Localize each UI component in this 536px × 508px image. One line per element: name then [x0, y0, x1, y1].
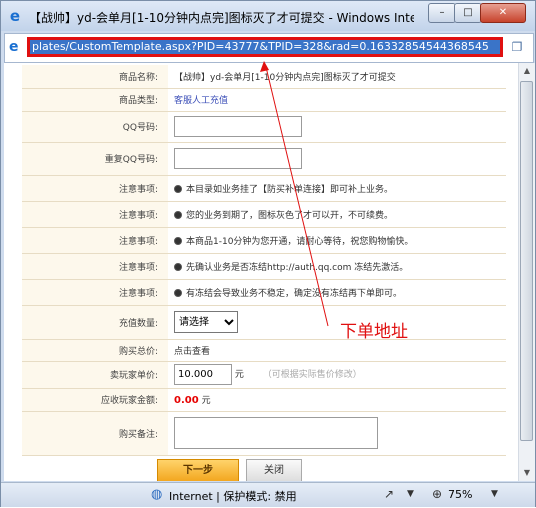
globe-icon: ◍	[151, 487, 163, 502]
note-text: 您的业务到期了，图标灰色了才可以开，不可续费。	[186, 210, 394, 221]
form-row-note: 注意事项: 有冻结会导致业务不稳定，确定没有冻结再下单即可。	[22, 279, 506, 306]
form-row-unit-price: 卖玩家单价: 10.000 元 （可根据实际售价修改）	[22, 361, 506, 389]
unit-price-hint: （可根据实际售价修改）	[262, 370, 362, 380]
ie-window: e 【战帅】yd-会单月[1-10分钟内点完]图标灭了才可提交 - Window…	[0, 0, 536, 507]
qq-repeat-label: 重复QQ号码:	[22, 142, 168, 176]
pop-out-icon[interactable]: ↗	[384, 487, 394, 501]
zoom-icon[interactable]: ⊕	[432, 487, 442, 501]
note-text: 先确认业务是否冻结http://auth.qq.com 冻结先激活。	[186, 262, 409, 273]
qq-label: QQ号码:	[22, 111, 168, 143]
receivable-unit: 元	[201, 396, 211, 406]
form-row-note: 注意事项: 本商品1-10分钟为您开通，请耐心等待，祝您购物愉快。	[22, 227, 506, 254]
form-row-product-name: 商品名称: 【战帅】yd-会单月[1-10分钟内点完]图标灭了才可提交	[22, 65, 506, 89]
unit-price-unit: 元	[234, 370, 244, 380]
form-row-note: 注意事项: 本目录如业务挂了【防买补单连接】即可补上业务。	[22, 175, 506, 202]
page-content: 商品名称: 【战帅】yd-会单月[1-10分钟内点完]图标灭了才可提交 商品类型…	[4, 63, 518, 481]
title-bar: e 【战帅】yd-会单月[1-10分钟内点完]图标灭了才可提交 - Window…	[1, 1, 535, 31]
close-button[interactable]: 关闭	[246, 459, 302, 481]
total-label: 购买总价:	[22, 339, 168, 362]
form-row-buyer-note: 购买备注:	[22, 411, 506, 456]
status-bar: ◍ Internet | 保护模式: 禁用 ↗ ▼ ⊕ 75% ▼	[1, 482, 535, 507]
zoom-chevron-down-icon[interactable]: ▼	[491, 489, 498, 499]
scroll-down-arrow-icon[interactable]: ▼	[519, 465, 535, 481]
url-highlight-box[interactable]: plates/CustomTemplate.aspx?PID=43777&TPI…	[27, 37, 503, 57]
note-label: 注意事项:	[22, 279, 168, 306]
radio-dot-icon	[174, 237, 182, 245]
scroll-up-arrow-icon[interactable]: ▲	[519, 63, 535, 79]
note-text: 本目录如业务挂了【防买补单连接】即可补上业务。	[186, 184, 394, 195]
note-text: 本商品1-10分钟为您开通，请耐心等待，祝您购物愉快。	[186, 236, 414, 247]
zoom-level[interactable]: 75%	[448, 488, 472, 501]
form-row-note: 注意事项: 您的业务到期了，图标灰色了才可以开，不可续费。	[22, 201, 506, 228]
form-row-quantity: 充值数量: 请选择	[22, 305, 506, 340]
url-text[interactable]: plates/CustomTemplate.aspx?PID=43777&TPI…	[30, 40, 500, 54]
order-form: 商品名称: 【战帅】yd-会单月[1-10分钟内点完]图标灭了才可提交 商品类型…	[22, 65, 506, 456]
note-label: 注意事项:	[22, 175, 168, 202]
radio-dot-icon	[174, 211, 182, 219]
annotation-label: 下单地址	[340, 322, 408, 342]
buyer-note-label: 购买备注:	[22, 411, 168, 456]
quantity-select[interactable]: 请选择	[174, 311, 238, 333]
radio-dot-icon	[174, 185, 182, 193]
form-row-qq: QQ号码:	[22, 111, 506, 143]
form-row-note: 注意事项: 先确认业务是否冻结http://auth.qq.com 冻结先激活。	[22, 253, 506, 280]
receivable-label: 应收玩家金额:	[22, 388, 168, 412]
note-label: 注意事项:	[22, 201, 168, 228]
security-zone-text: Internet | 保护模式: 禁用	[169, 490, 297, 503]
chevron-down-icon[interactable]: ▼	[407, 489, 414, 499]
note-label: 注意事项:	[22, 253, 168, 280]
vertical-scrollbar[interactable]: ▲ ▼	[518, 63, 535, 481]
product-name-label: 商品名称:	[22, 65, 168, 89]
window-title: 【战帅】yd-会单月[1-10分钟内点完]图标灭了才可提交 - Windows …	[29, 11, 414, 25]
address-bar: e plates/CustomTemplate.aspx?PID=43777&T…	[4, 33, 534, 63]
note-label: 注意事项:	[22, 227, 168, 254]
qq-repeat-input[interactable]	[174, 148, 302, 169]
product-name-value: 【战帅】yd-会单月[1-10分钟内点完]图标灭了才可提交	[168, 65, 506, 89]
maximize-button[interactable]: □	[454, 3, 482, 23]
scroll-thumb[interactable]	[520, 81, 533, 441]
buyer-note-textarea[interactable]	[174, 417, 378, 449]
minimize-button[interactable]: –	[428, 3, 456, 23]
radio-dot-icon	[174, 263, 182, 271]
ie-logo-icon: e	[9, 7, 21, 25]
next-step-button[interactable]: 下一步	[157, 459, 239, 481]
radio-dot-icon	[174, 289, 182, 297]
form-row-product-type: 商品类型: 客服人工充值	[22, 88, 506, 112]
form-row-total: 购买总价: 点击查看	[22, 339, 506, 362]
product-type-label: 商品类型:	[22, 88, 168, 112]
quantity-label: 充值数量:	[22, 305, 168, 340]
close-window-button[interactable]: ✕	[480, 3, 526, 23]
note-text: 有冻结会导致业务不稳定，确定没有冻结再下单即可。	[186, 288, 403, 299]
ie-page-icon: e	[9, 39, 19, 55]
total-view-link[interactable]: 点击查看	[174, 347, 210, 357]
unit-price-label: 卖玩家单价:	[22, 361, 168, 389]
receivable-value: 0.00	[174, 395, 199, 406]
product-type-value: 客服人工充值	[174, 96, 229, 106]
qq-input[interactable]	[174, 116, 302, 137]
unit-price-input[interactable]: 10.000	[174, 364, 232, 385]
compatibility-view-icon[interactable]: ❐	[509, 39, 525, 55]
form-row-receivable: 应收玩家金额: 0.00 元	[22, 388, 506, 412]
form-row-qq-repeat: 重复QQ号码:	[22, 142, 506, 176]
